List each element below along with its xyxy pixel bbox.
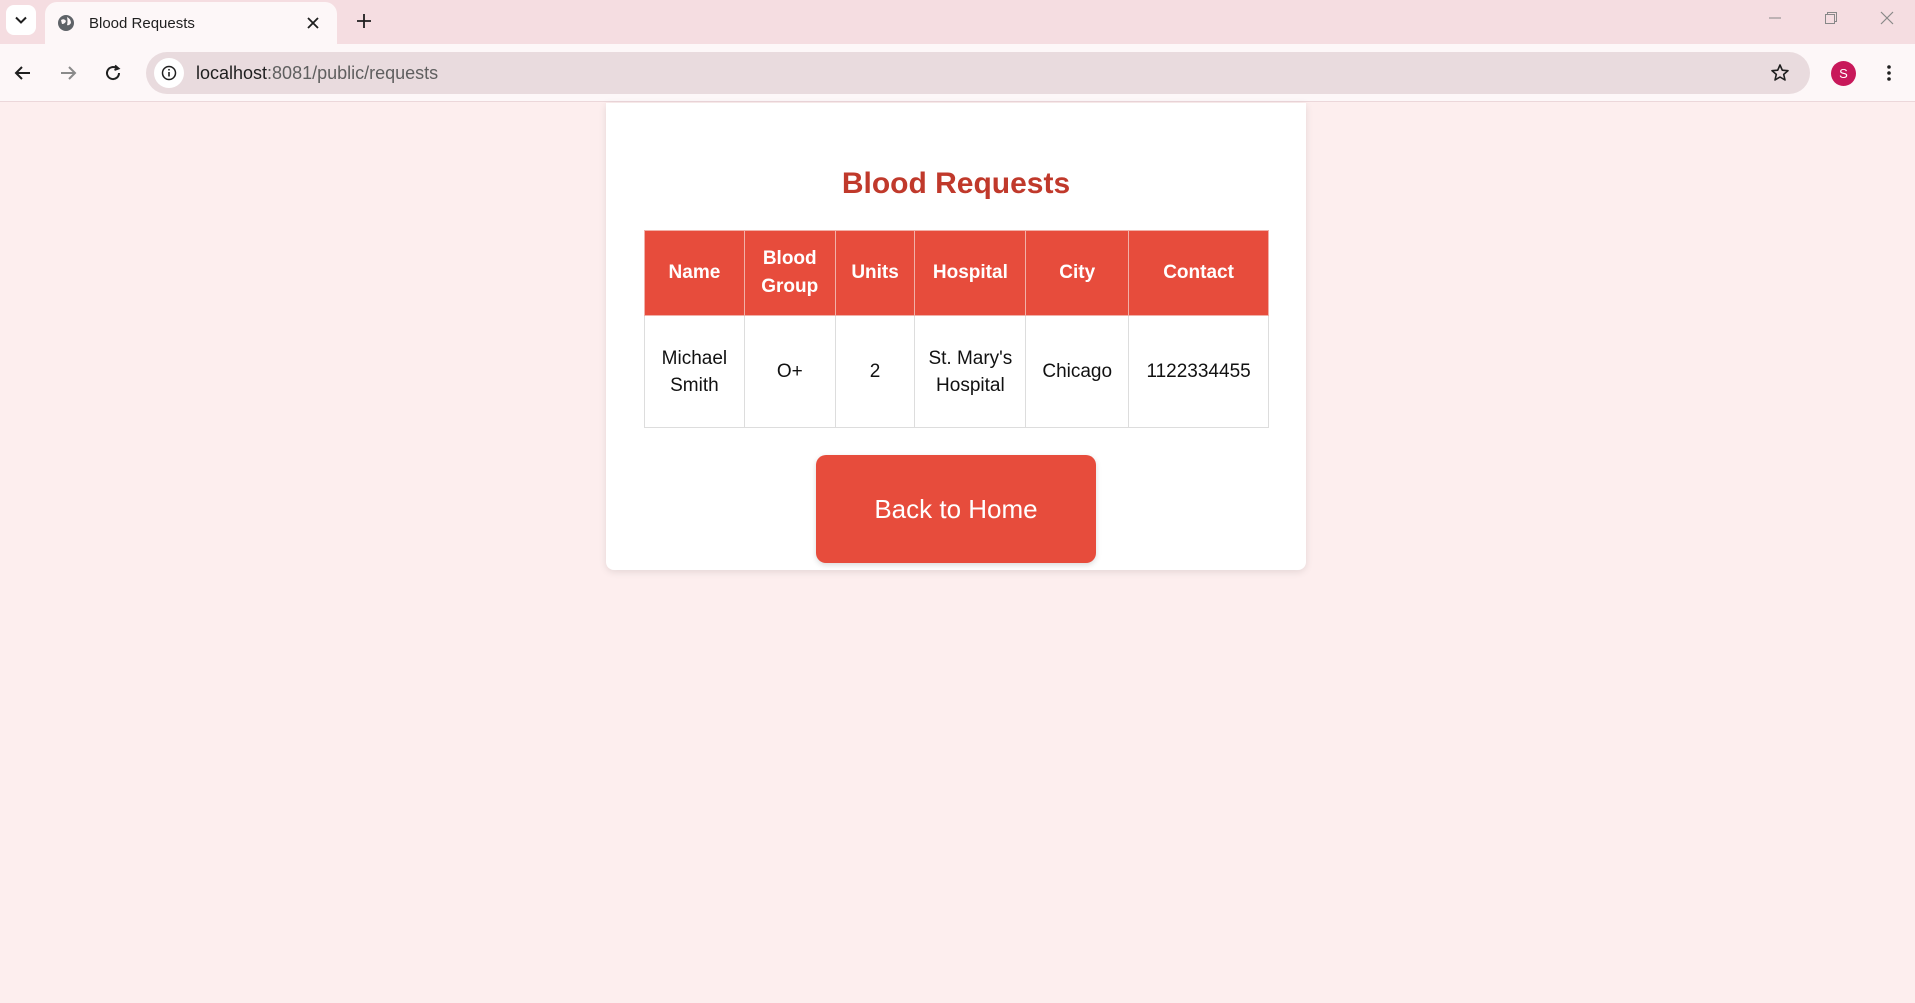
- address-bar[interactable]: localhost:8081/public/requests: [146, 52, 1810, 94]
- restore-button[interactable]: [1803, 0, 1859, 36]
- browser-tab[interactable]: Blood Requests: [45, 2, 337, 44]
- bookmark-star-icon[interactable]: [1762, 55, 1798, 91]
- header-name: Name: [644, 230, 745, 316]
- reload-icon: [106, 64, 121, 81]
- table-row: Michael Smith O+ 2 St. Mary's Hospital C…: [644, 315, 1269, 428]
- cell-name: Michael Smith: [644, 315, 745, 428]
- chevron-down-icon: [15, 16, 27, 24]
- minimize-icon: [1769, 17, 1781, 19]
- cell-hospital: St. Mary's Hospital: [914, 315, 1027, 428]
- window-controls: [1747, 0, 1915, 36]
- header-units: Units: [834, 230, 916, 316]
- requests-card: Blood Requests Name Blood Group Units Ho…: [606, 103, 1306, 570]
- globe-icon: [57, 13, 77, 33]
- browser-toolbar: localhost:8081/public/requests S: [0, 44, 1915, 102]
- page-viewport: Blood Requests Name Blood Group Units Ho…: [0, 103, 1915, 1003]
- back-to-home-button[interactable]: Back to Home: [816, 455, 1096, 563]
- plus-icon: [357, 14, 371, 28]
- url-host: localhost: [196, 62, 268, 83]
- close-window-button[interactable]: [1859, 0, 1915, 36]
- cell-contact: 1122334455: [1128, 315, 1269, 428]
- back-nav-button[interactable]: [5, 55, 41, 91]
- restore-icon: [1825, 12, 1837, 24]
- arrow-right-icon: [61, 66, 77, 80]
- new-tab-button[interactable]: [349, 6, 379, 36]
- minimize-button[interactable]: [1747, 0, 1803, 36]
- arrow-left-icon: [14, 66, 30, 80]
- tab-title: Blood Requests: [89, 14, 195, 32]
- url-path: :8081/public/requests: [267, 62, 439, 83]
- close-tab-icon[interactable]: [301, 11, 325, 35]
- browser-menu-button[interactable]: [1874, 55, 1904, 91]
- tab-search-button[interactable]: [6, 5, 36, 35]
- reload-button[interactable]: [95, 55, 131, 91]
- close-icon: [1880, 11, 1894, 25]
- site-info-icon[interactable]: [154, 58, 184, 88]
- table-header-row: Name Blood Group Units Hospital City Con…: [644, 230, 1269, 316]
- browser-tab-bar: Blood Requests: [0, 0, 1915, 44]
- page-title: Blood Requests: [841, 167, 1071, 200]
- forward-nav-button[interactable]: [50, 55, 86, 91]
- header-blood-group: Blood Group: [743, 230, 836, 316]
- url-text: localhost:8081/public/requests: [196, 63, 1762, 84]
- header-contact: Contact: [1128, 230, 1269, 316]
- profile-avatar[interactable]: S: [1831, 61, 1856, 86]
- cell-units: 2: [834, 315, 916, 428]
- cell-city: Chicago: [1025, 315, 1130, 428]
- header-hospital: Hospital: [914, 230, 1027, 316]
- more-vertical-icon: [1887, 65, 1891, 81]
- header-city: City: [1025, 230, 1130, 316]
- requests-table: Name Blood Group Units Hospital City Con…: [644, 230, 1269, 428]
- cell-blood-group: O+: [743, 315, 836, 428]
